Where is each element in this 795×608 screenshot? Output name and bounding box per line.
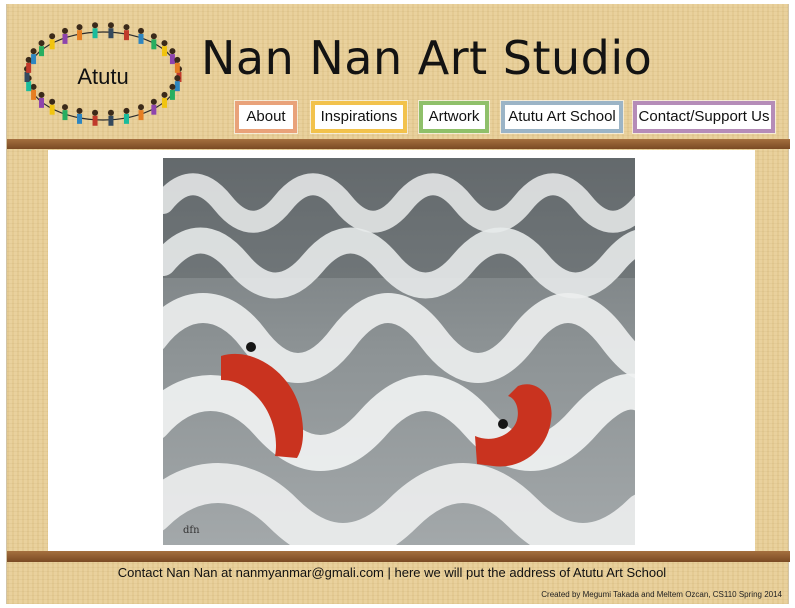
footer-contact-text: Contact Nan Nan at nanmyanmar@gmali.com … (117, 565, 667, 580)
nav-contact-support-button[interactable]: Contact/Support Us (633, 101, 775, 133)
nav-about-button[interactable]: About (235, 101, 297, 133)
footer-credit-text: Created by Megumi Takada and Meltem Ozca… (541, 590, 782, 599)
svg-text:dfn: dfn (183, 525, 200, 536)
nav-inspirations-button[interactable]: Inspirations (311, 101, 407, 133)
logo-text: Atutu (77, 64, 129, 89)
header-divider (7, 139, 790, 149)
atutu-logo[interactable]: Atutu (15, 20, 191, 132)
nav-artwork-button[interactable]: Artwork (419, 101, 489, 133)
artwork-painting: dfn (163, 158, 635, 545)
footer-divider (7, 551, 790, 562)
site-title: Nan Nan Art Studio (201, 31, 653, 85)
nav-atutu-art-school-button[interactable]: Atutu Art School (501, 101, 623, 133)
page-background: Atutu Nan Nan Art Studio About Inspirati… (6, 4, 790, 604)
main-content: dfn (48, 150, 755, 553)
